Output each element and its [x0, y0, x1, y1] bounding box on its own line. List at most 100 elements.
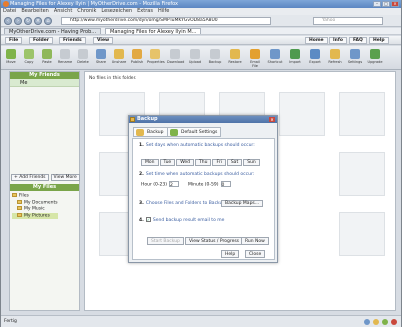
start-backup-button[interactable]: Start Backup [147, 237, 184, 245]
addon-icon[interactable] [391, 319, 397, 325]
action-ribbon: Move Copy Paste Rename Delete Share Unsh… [1, 46, 401, 70]
tab-default-settings[interactable]: Default Settings [167, 127, 222, 137]
copy-button[interactable]: Copy [21, 48, 37, 68]
dialog-body: 1. Set days when automatic backups should… [132, 138, 275, 260]
empty-folder-message: No files in this folder. [89, 76, 137, 81]
menu-view[interactable]: Ansicht [54, 8, 72, 15]
paste-button[interactable]: Paste [39, 48, 55, 68]
addon-icon[interactable] [364, 319, 370, 325]
help-button[interactable]: Help [369, 37, 389, 44]
addon-icon[interactable] [373, 319, 379, 325]
tab-bar: MyOtherDrive.com - Having Prob... Managi… [1, 28, 401, 35]
search-input[interactable]: Yahoo [313, 17, 383, 25]
properties-button[interactable]: Properties [147, 48, 165, 68]
thumbnail-placeholder [279, 92, 325, 136]
view-menu-button[interactable]: View [93, 37, 114, 44]
publish-button[interactable]: Publish [129, 48, 145, 68]
menu-edit[interactable]: Bearbeiten [21, 8, 48, 15]
day-sat-button[interactable]: Sat [226, 159, 243, 166]
home-button[interactable]: Home [305, 37, 328, 44]
view-status-button[interactable]: View Status / Progress [185, 237, 244, 245]
upgrade-button[interactable]: Upgrade [367, 48, 383, 68]
menu-file[interactable]: Datei [3, 8, 16, 15]
day-thu-button[interactable]: Thu [195, 159, 212, 166]
hour-field: Hour (0-23) 2 [141, 181, 179, 189]
shortcut-button[interactable]: Shortcut [267, 48, 283, 68]
file-menu-button[interactable]: File [5, 37, 23, 44]
tree-item-my-pictures[interactable]: My Pictures [12, 212, 58, 219]
hour-input[interactable]: 2 [169, 181, 179, 188]
browser-window: Managing Files for Alexey Ilyin | MyOthe… [1, 0, 401, 327]
backup-icon [136, 129, 144, 136]
delete-button[interactable]: Delete [75, 48, 91, 68]
tab-backup[interactable]: Backup [133, 127, 168, 137]
backup-button[interactable]: Backup [207, 48, 223, 68]
view-more-button[interactable]: View More [50, 174, 80, 181]
status-text: Fertig [4, 319, 17, 324]
share-button[interactable]: Share [93, 48, 109, 68]
reload-icon[interactable]: ↻ [24, 17, 32, 25]
tab-managing-files[interactable]: Managing Files for Alexey Ilyin M... [105, 28, 202, 35]
help-button[interactable]: Help [221, 250, 240, 258]
restore-button[interactable]: Restore [227, 48, 243, 68]
run-now-button[interactable]: Run Now [241, 237, 269, 245]
info-button[interactable]: Info [329, 37, 347, 44]
forward-icon[interactable]: › [14, 17, 22, 25]
day-sun-button[interactable]: Sun [243, 159, 260, 166]
faq-button[interactable]: FAQ [349, 37, 367, 44]
upload-button[interactable]: Upload [187, 48, 203, 68]
thumbnail-placeholder [339, 152, 385, 196]
title-bar: Managing Files for Alexey Ilyin | MyOthe… [1, 0, 401, 8]
folder-icon [17, 206, 22, 210]
stop-icon[interactable]: × [34, 17, 42, 25]
settings-button[interactable]: Settings [347, 48, 363, 68]
backup-maps-button[interactable]: Backup Maps... [221, 200, 264, 207]
menu-tools[interactable]: Extras [137, 8, 153, 15]
email-result-checkbox[interactable]: 4. ✓ Send backup result email to me [139, 217, 224, 223]
tab-myotherdrive[interactable]: MyOtherDrive.com - Having Prob... [4, 28, 102, 35]
home-icon[interactable]: ⌂ [44, 17, 52, 25]
unshare-button[interactable]: Unshare [111, 48, 127, 68]
settings-icon [170, 129, 178, 136]
step-days-label: 1. Set days when automatic backups should… [139, 143, 255, 148]
thumbnail-placeholder [339, 212, 385, 256]
back-icon[interactable]: ‹ [4, 17, 12, 25]
add-friends-button[interactable]: + Add Friends [11, 174, 49, 181]
close-window-button[interactable]: × [391, 1, 399, 7]
day-fri-button[interactable]: Fri [212, 159, 226, 166]
navigation-bar: ‹ › ↻ × ⌂ http://www.myotherdrive.com/dy… [1, 15, 401, 27]
minute-input[interactable]: 0 [220, 181, 231, 188]
friends-menu-button[interactable]: Friends [59, 37, 86, 44]
step-time-label: 2. Set time when automatic backups should… [139, 172, 255, 177]
minimize-button[interactable]: – [373, 1, 381, 7]
day-tue-button[interactable]: Tue [159, 159, 176, 166]
download-button[interactable]: Download [167, 48, 184, 68]
folder-menu-button[interactable]: Folder [29, 37, 54, 44]
menu-help[interactable]: Hilfe [158, 8, 169, 15]
move-button[interactable]: Move [3, 48, 19, 68]
day-wed-button[interactable]: Wed [176, 159, 194, 166]
folder-icon [17, 212, 22, 217]
checkmark-icon: ✓ [145, 217, 151, 222]
firefox-icon [3, 1, 9, 7]
menu-bookmarks[interactable]: Lesezeichen [101, 8, 132, 15]
maximize-button[interactable]: □ [382, 1, 390, 7]
day-selector: Mon Tue Wed Thu Fri Sat Sun [141, 159, 260, 166]
dialog-title-bar: Backup × [129, 116, 277, 123]
minute-field: Minute (0-59) 0 [188, 181, 231, 189]
day-mon-button[interactable]: Mon [141, 159, 159, 166]
rename-button[interactable]: Rename [57, 48, 73, 68]
close-icon[interactable]: × [269, 117, 275, 122]
refresh-button[interactable]: Refresh [327, 48, 343, 68]
email-file-button[interactable]: Email File [247, 48, 263, 68]
address-bar[interactable]: http://www.myotherdrive.com/dyn/omg/SMPT… [61, 17, 271, 25]
addon-icon[interactable] [382, 319, 388, 325]
export-button[interactable]: Export [307, 48, 323, 68]
backup-icon [130, 117, 135, 122]
close-button[interactable]: Close [245, 250, 266, 258]
step-files-label: 3. Choose Files and Folders to Backup: [139, 201, 227, 206]
app-toolbar: File Folder Friends View Home Info FAQ H… [1, 36, 401, 45]
friend-item-me[interactable]: Me [10, 79, 79, 87]
import-button[interactable]: Import [287, 48, 303, 68]
menu-history[interactable]: Chronik [77, 8, 96, 15]
